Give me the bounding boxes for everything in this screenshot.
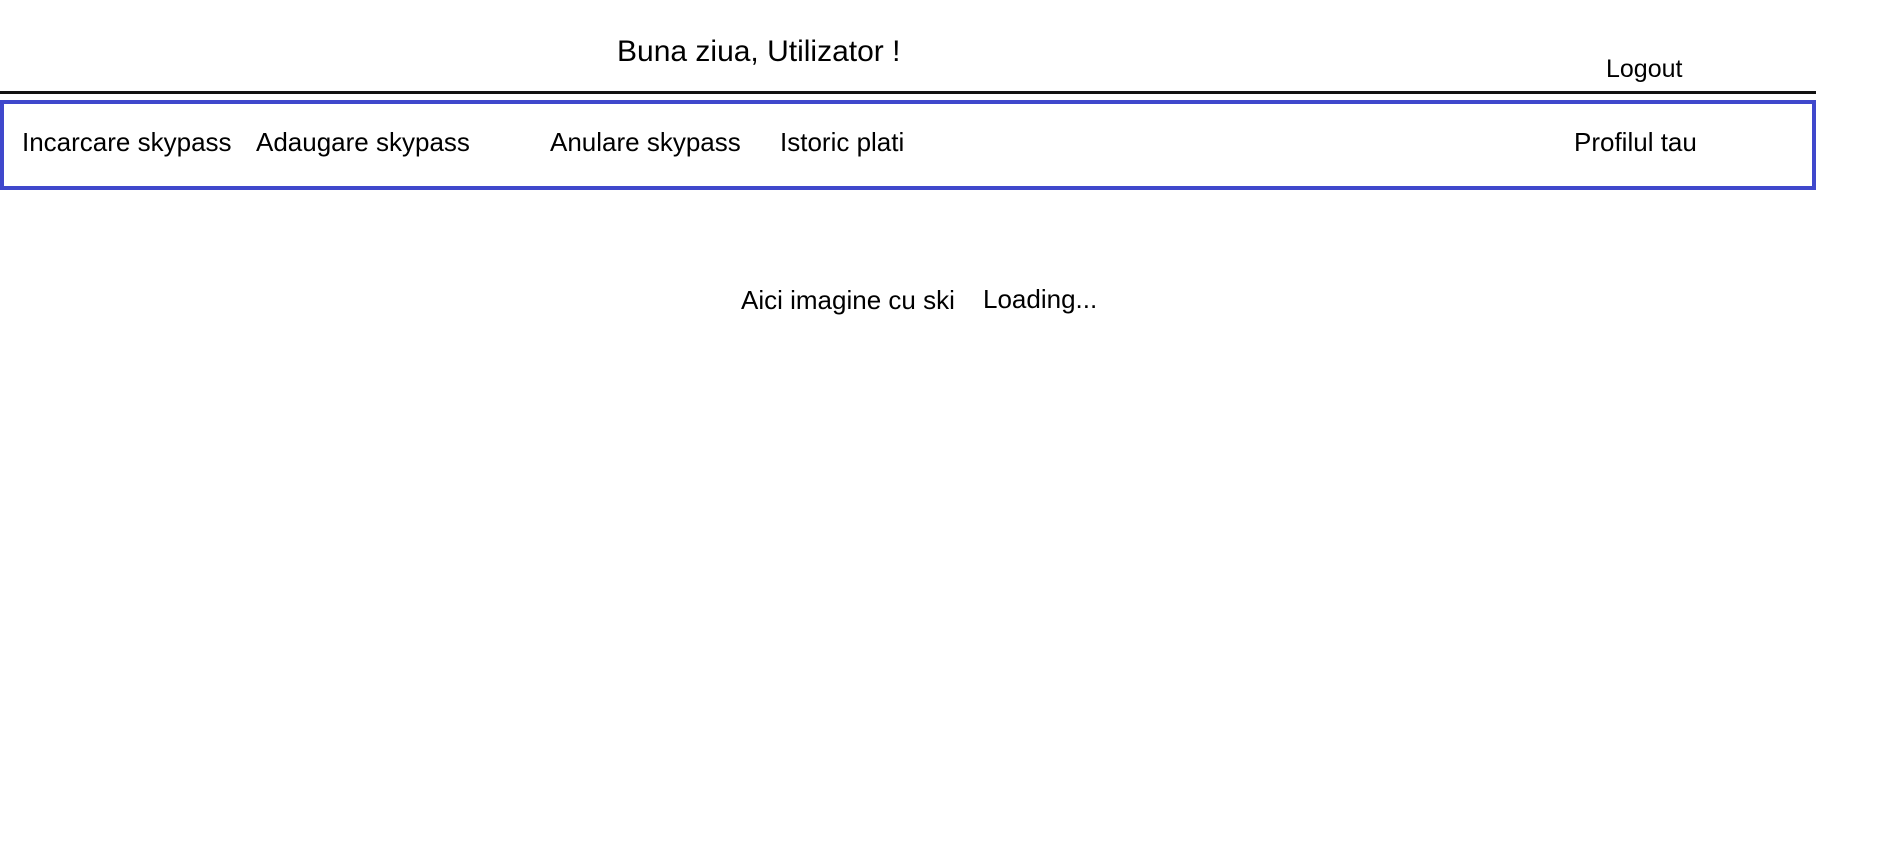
loading-indicator: Loading... [983, 284, 1098, 314]
greeting-title: Buna ziua, Utilizator ! [617, 35, 901, 68]
logout-link[interactable]: Logout [1606, 54, 1682, 84]
header-divider [0, 91, 1816, 94]
nav-item-adaugare-skypass[interactable]: Adaugare skypass [256, 126, 470, 158]
main-navigation: Incarcare skypass Adaugare skypass Anula… [0, 100, 1816, 190]
nav-item-anulare-skypass[interactable]: Anulare skypass [550, 126, 741, 158]
nav-item-profilul-tau[interactable]: Profilul tau [1574, 126, 1697, 158]
page-header: Buna ziua, Utilizator ! Logout [0, 0, 1816, 94]
main-content: Aici imagine cu ski Loading... [0, 190, 1886, 850]
nav-item-istoric-plati[interactable]: Istoric plati [780, 126, 904, 158]
nav-item-incarcare-skypass[interactable]: Incarcare skypass [22, 126, 232, 158]
ski-image-placeholder: Aici imagine cu ski [741, 285, 955, 315]
